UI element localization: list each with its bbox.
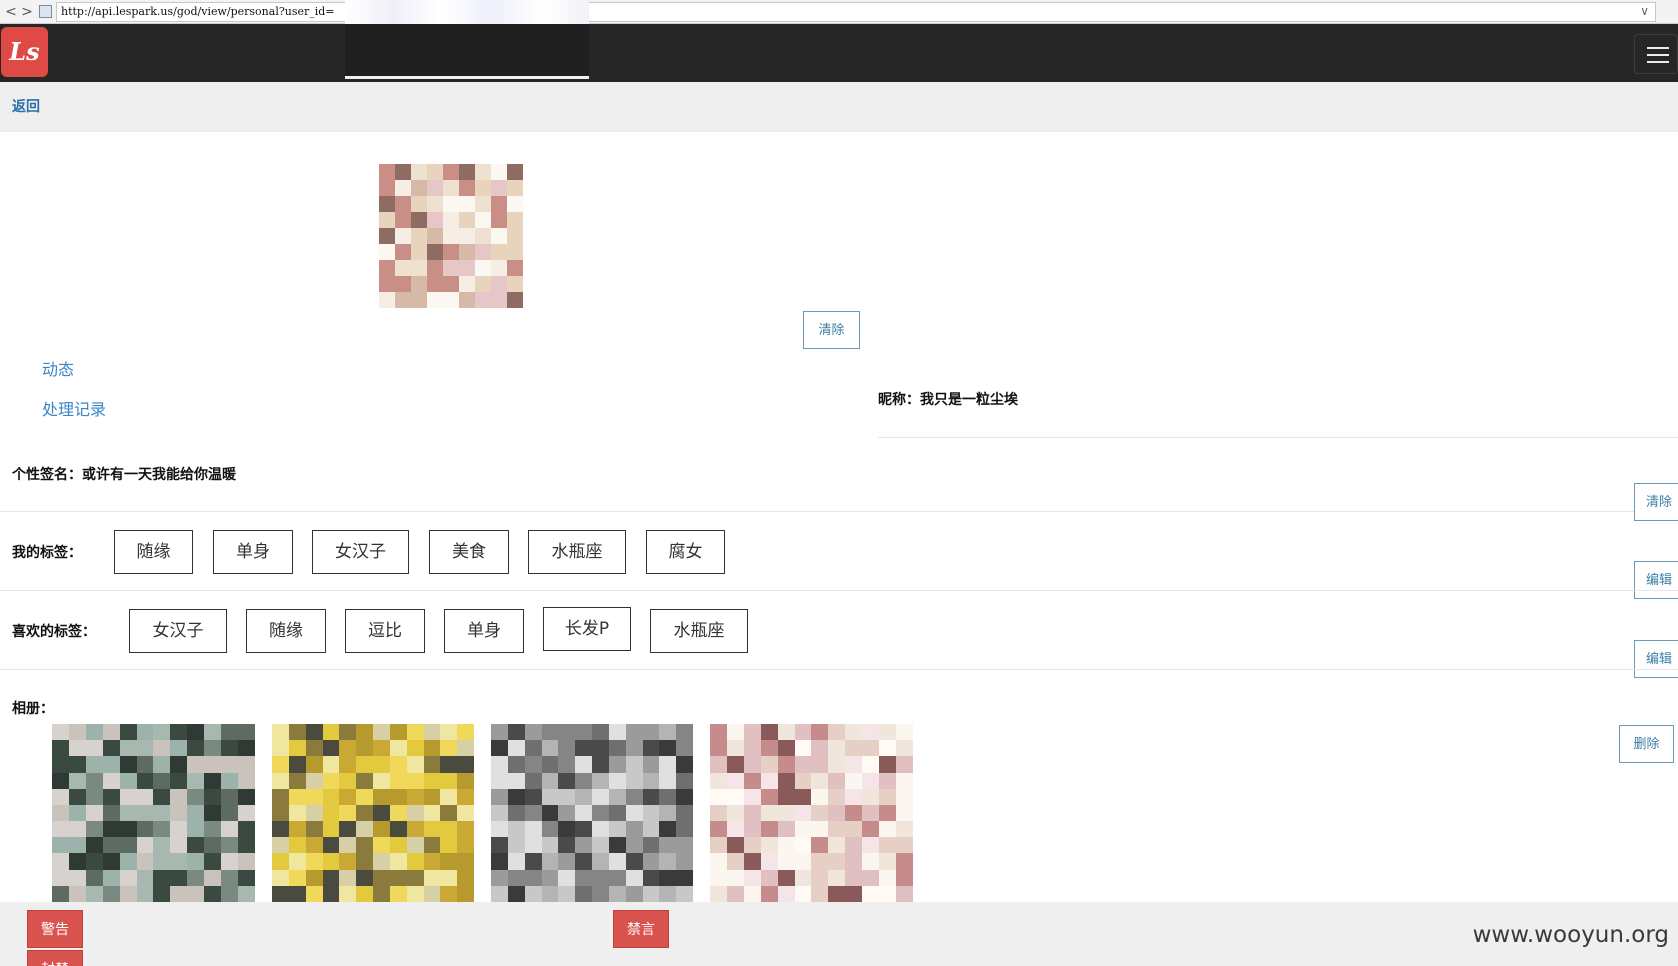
- divider: [0, 590, 1678, 591]
- my-tags-label: 我的标签：: [12, 545, 82, 561]
- divider: [0, 511, 1678, 512]
- side-link-activity[interactable]: 动态: [42, 356, 74, 380]
- my-tag: 女汉子: [312, 530, 409, 574]
- side-link-handling-records[interactable]: 处理记录: [42, 396, 106, 420]
- album-photo-1[interactable]: [52, 724, 255, 902]
- watermark: www.wooyun.org: [1472, 922, 1669, 948]
- liked-tag: 单身: [444, 609, 524, 653]
- forward-arrow-icon[interactable]: >: [18, 2, 36, 22]
- warn-button[interactable]: 警告: [27, 910, 83, 948]
- liked-tag: 长发P: [543, 607, 631, 651]
- album-photo-3[interactable]: [491, 724, 693, 902]
- nickname-text: 昵称：我只是一粒尘埃: [878, 392, 1018, 408]
- my-tag: 腐女: [646, 530, 725, 574]
- divider: [0, 669, 1678, 670]
- liked-tag: 逗比: [345, 609, 425, 653]
- my-tag: 随缘: [114, 530, 193, 574]
- signature-text: 个性签名：或许有一天我能给你温暖: [12, 467, 236, 483]
- redacted-url-part: [345, 0, 589, 24]
- my-tag: 单身: [213, 530, 293, 574]
- album-photo-2[interactable]: [272, 724, 474, 902]
- divider: [878, 437, 1678, 438]
- lespark-logo[interactable]: Ls: [1, 27, 48, 77]
- liked-tags-label: 喜欢的标签：: [12, 624, 96, 640]
- back-link[interactable]: 返回: [12, 96, 40, 116]
- clear-signature-button[interactable]: 清除: [1634, 483, 1678, 521]
- url-text: http://api.lespark.us/god/view/personal?…: [61, 5, 335, 18]
- url-dropdown-icon[interactable]: ∨: [1640, 4, 1649, 18]
- delete-album-button[interactable]: 删除: [1619, 725, 1674, 763]
- edit-my-tags-button[interactable]: 编辑: [1634, 561, 1678, 599]
- my-tag: 美食: [429, 530, 509, 574]
- mute-button[interactable]: 禁言: [613, 910, 669, 948]
- url-field[interactable]: http://api.lespark.us/god/view/personal?…: [56, 2, 1656, 22]
- liked-tag: 女汉子: [129, 609, 227, 653]
- clear-avatar-button[interactable]: 清除: [803, 311, 860, 349]
- footer-bar: [0, 902, 1678, 966]
- top-navbar: [0, 24, 1678, 82]
- back-bar: [0, 82, 1678, 132]
- edit-liked-tags-button[interactable]: 编辑: [1634, 640, 1678, 678]
- album-label: 相册：: [12, 701, 54, 717]
- avatar: [379, 164, 523, 308]
- browser-address-bar: < > http://api.lespark.us/god/view/perso…: [0, 0, 1678, 24]
- liked-tag: 随缘: [246, 609, 326, 653]
- ban-button[interactable]: 封禁: [27, 950, 83, 966]
- page-favicon-icon: [39, 5, 52, 18]
- hamburger-menu-icon[interactable]: [1634, 34, 1678, 74]
- redacted-header-block: [345, 24, 589, 79]
- my-tag: 水瓶座: [528, 530, 626, 574]
- album-photo-4[interactable]: [710, 724, 913, 902]
- avatar-pixel-mosaic: [379, 164, 523, 308]
- liked-tag: 水瓶座: [650, 609, 748, 653]
